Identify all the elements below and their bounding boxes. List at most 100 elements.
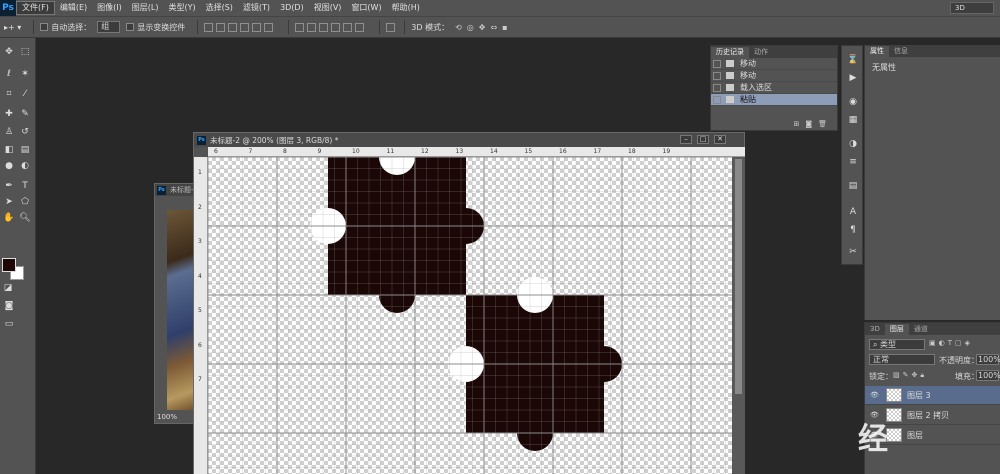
type-tool-icon[interactable]: T [19, 180, 31, 192]
magic-wand-icon[interactable]: ✶ [19, 68, 31, 80]
canvas[interactable] [208, 157, 732, 474]
roll-icon[interactable]: ◎ [467, 23, 479, 32]
filter-type-icon[interactable]: T [948, 339, 955, 347]
foreground-color-swatch[interactable] [2, 258, 16, 272]
adjustments-panel-icon[interactable]: ◑ [847, 138, 859, 150]
layer-row[interactable]: 👁︎ 图层 3 [865, 386, 1000, 405]
align-top-icon[interactable] [204, 22, 214, 32]
document-titlebar[interactable]: Ps 未标题-2 @ 200% (图层 3, RGB/8) * – □ ✕ [194, 133, 744, 147]
default-colors-icon[interactable]: ◪ [2, 282, 14, 294]
distribute-hcenter-icon[interactable] [343, 22, 353, 32]
document-window-active[interactable]: Ps 未标题-2 @ 200% (图层 3, RGB/8) * – □ ✕ 6 7… [193, 132, 745, 474]
lock-pixels-icon[interactable]: ▨ [893, 371, 903, 379]
crop-tool-icon[interactable]: ⌗ [3, 88, 15, 100]
tab-properties[interactable]: 属性 [865, 46, 889, 57]
menu-layer[interactable]: 图层(L) [127, 0, 164, 16]
gradient-tool-icon[interactable]: ▤ [19, 144, 31, 156]
align-hcenter-icon[interactable] [252, 22, 262, 32]
blur-tool-icon[interactable]: ● [3, 160, 15, 172]
move-tool-preset[interactable]: ▸+ ▾ [4, 23, 21, 32]
tools-panel-icon[interactable]: ✂ [847, 246, 859, 258]
filter-shape-icon[interactable]: ▢ [955, 339, 965, 347]
tab-info[interactable]: 信息 [889, 46, 913, 57]
visibility-eye-icon[interactable]: 👁︎ [870, 391, 880, 399]
pan-icon[interactable]: ✥ [479, 23, 491, 32]
distribute-right-icon[interactable] [355, 22, 365, 32]
history-item[interactable]: 移动 [711, 70, 837, 82]
auto-select-dropdown[interactable]: 组 [97, 21, 121, 33]
tab-history[interactable]: 历史记录 [711, 47, 749, 58]
marquee-tool-icon[interactable]: ⬚ [19, 46, 31, 58]
align-bottom-icon[interactable] [228, 22, 238, 32]
align-right-icon[interactable] [264, 22, 274, 32]
distribute-bottom-icon[interactable] [319, 22, 329, 32]
fill-input[interactable]: 100% [976, 370, 1000, 381]
show-transform-checkbox[interactable]: 显示变换控件 [126, 22, 185, 33]
document-window-2[interactable]: Ps 未标题- 100% [154, 183, 199, 424]
document-2-titlebar[interactable]: Ps 未标题- [155, 184, 197, 196]
character-panel-icon[interactable]: A [847, 206, 859, 218]
menu-filter[interactable]: 滤镜(T) [238, 0, 275, 16]
new-document-from-state-icon[interactable]: ⊞ [793, 120, 799, 130]
history-panel-icon[interactable]: ⌛ [847, 54, 859, 66]
lock-brush-icon[interactable]: ✎ [903, 371, 912, 379]
actions-panel-icon[interactable]: ▶ [847, 72, 859, 84]
filter-adjust-icon[interactable]: ◐ [939, 339, 948, 347]
history-item[interactable]: 移动 [711, 58, 837, 70]
color-panel-icon[interactable]: ◉ [847, 96, 859, 108]
shape-tool-icon[interactable]: ⬠ [19, 196, 31, 208]
vertical-scrollbar[interactable] [732, 157, 745, 474]
auto-align-icon[interactable] [386, 22, 396, 32]
trash-icon[interactable]: 🗑︎ [818, 120, 827, 130]
menu-edit[interactable]: 编辑(E) [55, 0, 92, 16]
clone-stamp-icon[interactable]: ♙ [3, 126, 15, 138]
path-select-icon[interactable]: ➤ [3, 196, 15, 208]
healing-brush-icon[interactable]: ✚ [3, 108, 15, 120]
align-vcenter-icon[interactable] [216, 22, 226, 32]
menu-file[interactable]: 文件(F) [16, 1, 55, 15]
menu-image[interactable]: 图像(I) [92, 0, 127, 16]
quick-mask-icon[interactable]: ◙ [3, 300, 15, 312]
layer-name[interactable]: 图层 3 [907, 390, 931, 401]
move-tool-icon[interactable]: ✥ [3, 46, 15, 58]
auto-select-checkbox[interactable]: 自动选择： [40, 22, 91, 33]
screen-mode-icon[interactable]: ▭ [3, 318, 15, 330]
styles-panel-icon[interactable]: ▤ [847, 180, 859, 192]
close-button[interactable]: ✕ [714, 135, 726, 144]
opacity-input[interactable]: 100% [976, 354, 1000, 365]
layer-filter-dropdown[interactable]: ⌕ 类型 [869, 339, 925, 350]
blend-mode-dropdown[interactable]: 正常 [869, 354, 935, 365]
filter-smart-icon[interactable]: ◈ [965, 339, 973, 347]
distribute-vcenter-icon[interactable] [307, 22, 317, 32]
filter-pixel-icon[interactable]: ▣ [929, 339, 939, 347]
tab-3d[interactable]: 3D [865, 324, 885, 335]
eraser-tool-icon[interactable]: ◧ [3, 144, 15, 156]
menu-window[interactable]: 窗口(W) [346, 0, 386, 16]
document-2-zoom[interactable]: 100% [157, 413, 177, 421]
distribute-top-icon[interactable] [295, 22, 305, 32]
orbit-icon[interactable]: ⟲ [455, 23, 467, 32]
maximize-button[interactable]: □ [697, 135, 709, 144]
align-left-icon[interactable] [240, 22, 250, 32]
lasso-tool-icon[interactable]: ℓ [3, 68, 15, 80]
tab-channels[interactable]: 通道 [909, 324, 933, 335]
history-item[interactable]: 载入选区 [711, 82, 837, 94]
lock-all-icon[interactable]: 🔒︎ [920, 371, 927, 379]
pen-tool-icon[interactable]: ✒ [3, 180, 15, 192]
dodge-tool-icon[interactable]: ◐ [19, 160, 31, 172]
brush-tool-icon[interactable]: ✎ [19, 108, 31, 120]
minimize-button[interactable]: – [680, 135, 692, 144]
zoom-tool-icon[interactable]: 🔍︎ [19, 212, 31, 224]
tab-actions[interactable]: 动作 [749, 47, 773, 58]
paragraph-panel-icon[interactable]: ¶ [847, 224, 859, 236]
eyedropper-icon[interactable]: ⁄ [19, 88, 31, 100]
menu-view[interactable]: 视图(V) [309, 0, 347, 16]
history-item[interactable]: 粘贴 [711, 94, 837, 106]
menu-select[interactable]: 选择(S) [201, 0, 238, 16]
slide-icon[interactable]: ⇔ [490, 23, 502, 32]
menu-help[interactable]: 帮助(H) [387, 0, 425, 16]
workspace-switcher[interactable]: 3D [950, 2, 994, 14]
menu-3d[interactable]: 3D(D) [275, 0, 309, 16]
distribute-left-icon[interactable] [331, 22, 341, 32]
hand-tool-icon[interactable]: ✋ [3, 212, 15, 224]
